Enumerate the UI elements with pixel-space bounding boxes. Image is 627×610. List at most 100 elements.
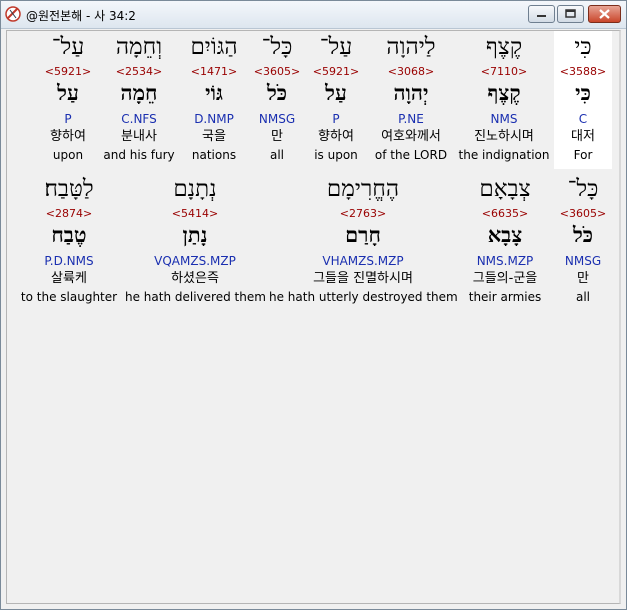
english-gloss: to the slaughter: [20, 290, 118, 304]
morphology-code: P.NE: [398, 112, 424, 126]
english-gloss: all: [575, 290, 591, 304]
morphology-code: D.NMP: [194, 112, 234, 126]
word-cell[interactable]: נְתָנָם <5414> נָתַן VQAMZS.MZP 하셨은즉 he …: [125, 173, 266, 311]
hebrew-word: צְבָאָם: [479, 176, 531, 202]
korean-gloss: 진노하시며: [474, 129, 534, 144]
hebrew-word: עַל־: [51, 34, 85, 60]
hebrew-word: לַיהוָה: [386, 34, 436, 60]
morphology-code: P.D.NMS: [44, 254, 94, 268]
word-cell[interactable]: כִּי <3588> כִּי C 대저 For: [554, 31, 612, 169]
strong-number-link[interactable]: <1471>: [183, 65, 245, 78]
english-gloss: he hath delivered them: [125, 290, 266, 304]
english-gloss: their armies: [468, 290, 542, 304]
interlinear-panel[interactable]: כִּי <3588> כִּי C 대저 For קֶצֶף <7110> ק…: [6, 30, 621, 604]
hebrew-root: עַל: [57, 80, 79, 105]
maximize-button[interactable]: [557, 5, 584, 23]
word-cell[interactable]: כָּל־ <3605> כֹּל NMSG 만 all: [250, 31, 304, 169]
app-window: @원전본해 - 사 34:2 כִּי <3588> כִּי C 대저 For…: [0, 0, 627, 610]
hebrew-root: חָרַם: [345, 222, 381, 247]
english-gloss: and his fury: [103, 148, 175, 162]
hebrew-root: עַל: [325, 80, 347, 105]
word-cell[interactable]: עַל־ <5921> עַל P 향하여 is upon: [308, 31, 364, 169]
morphology-code: NMS: [490, 112, 518, 126]
english-gloss: upon: [52, 148, 84, 162]
korean-gloss: 만: [271, 129, 283, 144]
korean-gloss: 여호와께서: [381, 129, 441, 144]
hebrew-root: גּוֹי: [205, 80, 223, 105]
hebrew-word: לַטָּבַח׃: [44, 176, 94, 202]
english-gloss: he hath utterly destroyed them: [269, 290, 458, 304]
morphology-code: NMSG: [258, 112, 296, 126]
window-title: @원전본해 - 사 34:2: [26, 9, 136, 23]
word-cell[interactable]: כָּל־ <3605> כֹּל NMSG 만 all: [554, 173, 612, 311]
hebrew-root: צָבָא: [487, 222, 523, 247]
morphology-code: C: [578, 112, 588, 126]
morphology-code: NMS.MZP: [476, 254, 534, 268]
close-icon: [599, 9, 610, 19]
hebrew-word: וְחֵמָה: [115, 34, 163, 60]
korean-gloss: 향하여: [318, 129, 354, 144]
word-cell[interactable]: עַל־ <5921> עַל P 향하여 upon: [41, 31, 95, 169]
strong-number-link[interactable]: <3068>: [369, 65, 453, 78]
korean-gloss: 살륙케: [51, 271, 87, 286]
hebrew-root: כִּי: [575, 80, 591, 105]
strong-number-link[interactable]: <7110>: [458, 65, 550, 78]
morphology-code: P: [332, 112, 340, 126]
strong-number-link[interactable]: <2534>: [100, 65, 178, 78]
morphology-code: P: [64, 112, 72, 126]
word-cell[interactable]: לַיהוָה <3068> יְהוָה P.NE 여호와께서 of the …: [369, 31, 453, 169]
strong-number-link[interactable]: <2763>: [269, 207, 457, 220]
english-gloss: is upon: [314, 148, 358, 162]
strong-number-link[interactable]: <6635>: [466, 207, 544, 220]
hebrew-word: הַגּוֹיִם: [190, 34, 238, 60]
hebrew-root: יְהוָה: [393, 80, 429, 105]
korean-gloss: 대저: [571, 129, 595, 144]
english-gloss: of the LORD: [374, 148, 448, 162]
strong-number-link[interactable]: <5921>: [41, 65, 95, 78]
english-gloss: all: [269, 148, 285, 162]
strong-number-link[interactable]: <3588>: [554, 65, 612, 78]
english-gloss: the indignation: [458, 148, 550, 162]
bible-app-icon: [5, 6, 21, 22]
hebrew-root: כֹּל: [266, 80, 288, 105]
morphology-code: VQAMZS.MZP: [154, 254, 236, 268]
korean-gloss: 분내사: [121, 129, 157, 144]
hebrew-word: נְתָנָם: [173, 176, 217, 202]
strong-number-link[interactable]: <2874>: [19, 207, 119, 220]
title-bar[interactable]: @원전본해 - 사 34:2: [1, 1, 626, 29]
hebrew-word: קֶצֶף: [485, 34, 523, 60]
strong-number-link[interactable]: <3605>: [554, 207, 612, 220]
word-cell[interactable]: הַגּוֹיִם <1471> גּוֹי D.NMP 국을 nations: [183, 31, 245, 169]
word-cell[interactable]: קֶצֶף <7110> קֶצֶף NMS 진노하시며 the indigna…: [458, 31, 550, 169]
word-cell[interactable]: וְחֵמָה <2534> חֵמָה C.NFS 분내사 and his f…: [100, 31, 178, 169]
hebrew-word: עַל־: [319, 34, 353, 60]
hebrew-root: כֹּל: [572, 222, 594, 247]
minimize-button[interactable]: [528, 5, 555, 23]
hebrew-word: כָּל־: [261, 34, 293, 60]
strong-number-link[interactable]: <3605>: [250, 65, 304, 78]
hebrew-root: קֶצֶף: [487, 80, 521, 105]
close-button[interactable]: [588, 5, 621, 23]
hebrew-root: טֶבַח: [51, 222, 87, 247]
morphology-code: VHAMZS.MZP: [322, 254, 404, 268]
word-cell[interactable]: לַטָּבַח׃ <2874> טֶבַח P.D.NMS 살륙케 to th…: [19, 173, 119, 311]
korean-gloss: 그들을 진멸하시며: [313, 271, 413, 286]
strong-number-link[interactable]: <5414>: [125, 207, 265, 220]
word-cell[interactable]: הֶחֱרִימָם <2763> חָרַם VHAMZS.MZP 그들을 진…: [269, 173, 458, 311]
hebrew-word: הֶחֱרִימָם: [326, 176, 400, 202]
word-cell[interactable]: צְבָאָם <6635> צָבָא NMS.MZP 그들의-군을 thei…: [466, 173, 544, 311]
strong-number-link[interactable]: <5921>: [308, 65, 364, 78]
hebrew-word: כִּי: [574, 34, 592, 60]
minimize-icon: [537, 15, 546, 17]
hebrew-word: כָּל־: [567, 176, 599, 202]
korean-gloss: 하셨은즉: [171, 271, 219, 286]
korean-gloss: 그들의-군을: [472, 271, 538, 286]
english-gloss: For: [573, 148, 593, 162]
hebrew-root: חֵמָה: [120, 80, 158, 105]
morphology-code: C.NFS: [121, 112, 157, 126]
korean-gloss: 향하여: [50, 129, 86, 144]
hebrew-root: נָתַן: [182, 222, 208, 247]
korean-gloss: 국을: [202, 129, 226, 144]
maximize-icon: [565, 9, 576, 18]
morphology-code: NMSG: [564, 254, 602, 268]
